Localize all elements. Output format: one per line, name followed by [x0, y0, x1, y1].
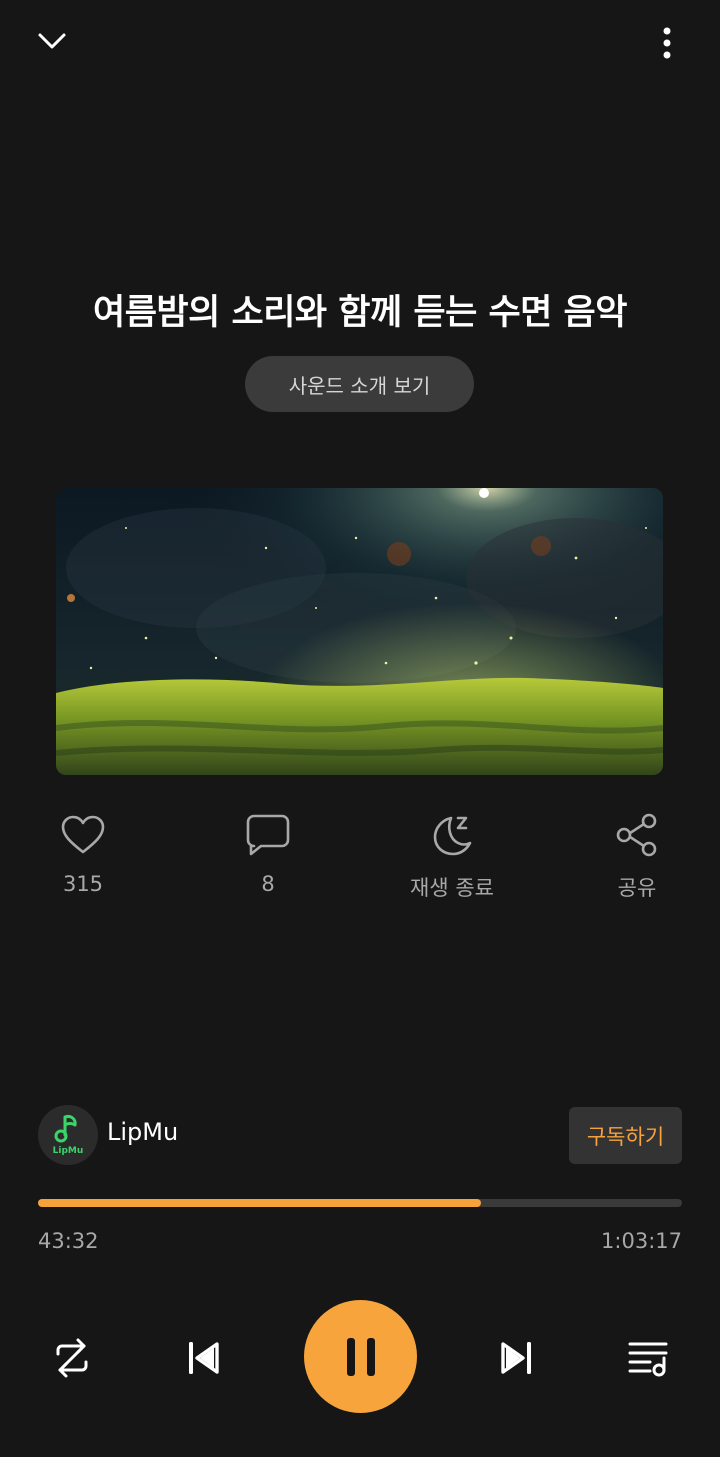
sound-intro-button[interactable]: 사운드 소개 보기	[245, 356, 474, 412]
share-label: 공유	[617, 876, 657, 900]
more-options-button[interactable]	[642, 18, 692, 68]
share-icon	[612, 810, 662, 860]
chevron-down-icon	[38, 33, 66, 49]
queue-button[interactable]	[620, 1330, 676, 1386]
channel-avatar[interactable]: LipMu	[38, 1105, 98, 1165]
channel-name[interactable]: LipMu	[107, 1118, 178, 1146]
heart-icon	[58, 810, 108, 860]
next-button[interactable]	[489, 1330, 545, 1386]
track-title: 여름밤의 소리와 함께 듣는 수면 음악	[93, 293, 627, 333]
repeat-button[interactable]	[44, 1330, 100, 1386]
progress-bar[interactable]	[38, 1199, 682, 1207]
total-time: 1:03:17	[601, 1229, 682, 1253]
like-count: 315	[62, 872, 104, 896]
comment-button[interactable]: 8	[203, 810, 333, 896]
play-pause-button[interactable]	[304, 1300, 417, 1413]
avatar-logo-text: LipMu	[53, 1146, 84, 1156]
comment-icon	[243, 810, 293, 860]
sleep-timer-button[interactable]: 재생 종료	[387, 810, 517, 902]
moon-sleep-icon	[427, 810, 477, 860]
player-screen: 여름밤의 소리와 함께 듣는 수면 음악 사운드 소개 보기 315 8 재생 …	[0, 0, 720, 1457]
skip-next-icon	[501, 1342, 531, 1374]
progress-fill	[38, 1199, 482, 1207]
more-vertical-icon	[663, 27, 671, 59]
previous-button[interactable]	[175, 1330, 231, 1386]
like-button[interactable]: 315	[18, 810, 148, 896]
skip-previous-icon	[189, 1342, 219, 1374]
cover-image	[56, 488, 663, 775]
playlist-icon	[628, 1342, 668, 1377]
collapse-button[interactable]	[22, 18, 82, 64]
share-button[interactable]: 공유	[572, 810, 702, 902]
comment-count: 8	[261, 872, 275, 896]
subscribe-button[interactable]: 구독하기	[569, 1107, 682, 1164]
current-time: 43:32	[38, 1229, 99, 1253]
sleep-timer-label: 재생 종료	[410, 876, 494, 900]
pause-icon	[346, 1337, 375, 1376]
repeat-icon	[56, 1338, 88, 1378]
